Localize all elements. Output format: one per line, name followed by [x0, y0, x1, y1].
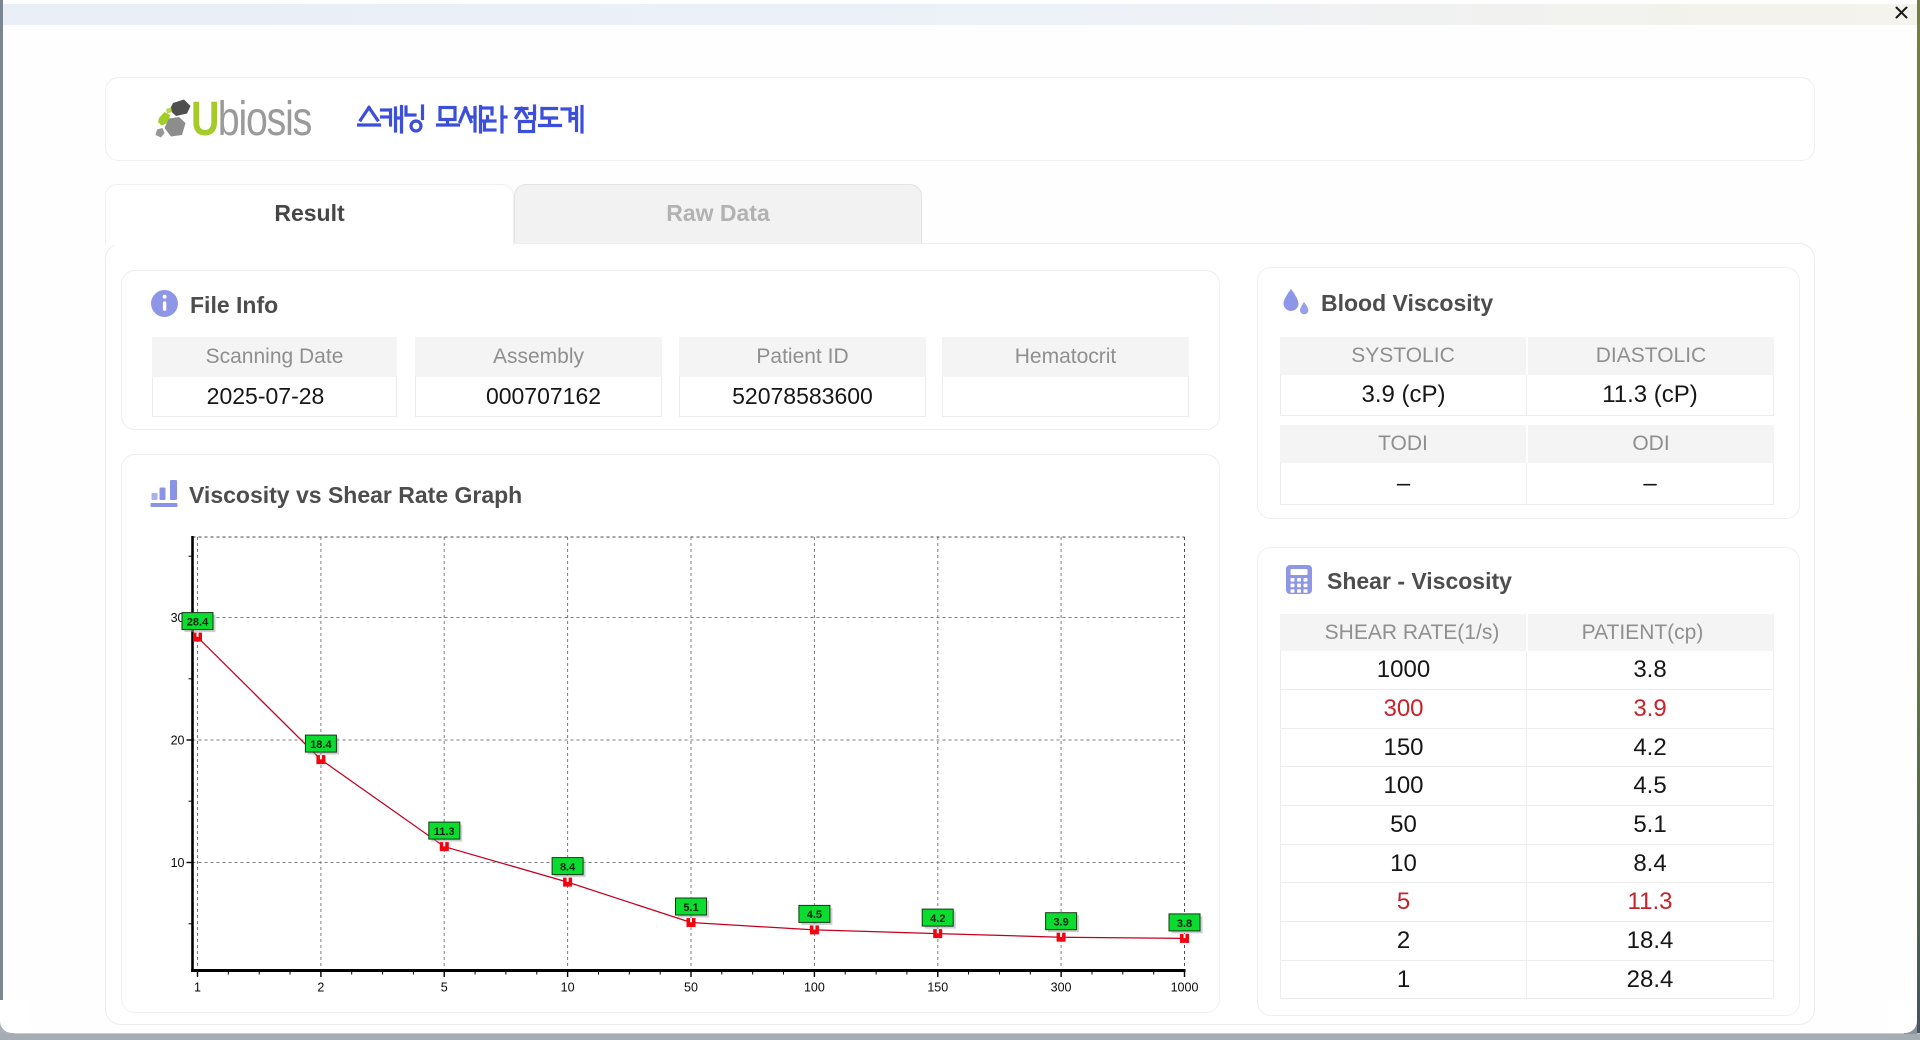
svg-text:5.1: 5.1 — [683, 902, 698, 914]
svg-text:18.4: 18.4 — [310, 739, 332, 751]
svg-text:1000: 1000 — [1171, 981, 1199, 995]
svg-text:3.8: 3.8 — [1177, 918, 1192, 930]
svg-text:300: 300 — [1051, 981, 1072, 995]
svg-text:28.4: 28.4 — [187, 616, 209, 628]
svg-text:4.5: 4.5 — [807, 909, 822, 921]
svg-text:50: 50 — [684, 981, 698, 995]
svg-text:8.4: 8.4 — [560, 861, 576, 873]
svg-text:1: 1 — [194, 981, 201, 995]
svg-text:20: 20 — [171, 734, 185, 748]
svg-text:11.3: 11.3 — [434, 826, 455, 838]
svg-text:10: 10 — [561, 981, 575, 995]
svg-text:3.9: 3.9 — [1053, 917, 1068, 929]
svg-text:150: 150 — [927, 981, 948, 995]
svg-text:10: 10 — [171, 856, 185, 870]
svg-text:2: 2 — [317, 981, 324, 995]
svg-text:100: 100 — [804, 981, 825, 995]
svg-text:5: 5 — [441, 981, 448, 995]
svg-text:4.2: 4.2 — [930, 913, 945, 925]
